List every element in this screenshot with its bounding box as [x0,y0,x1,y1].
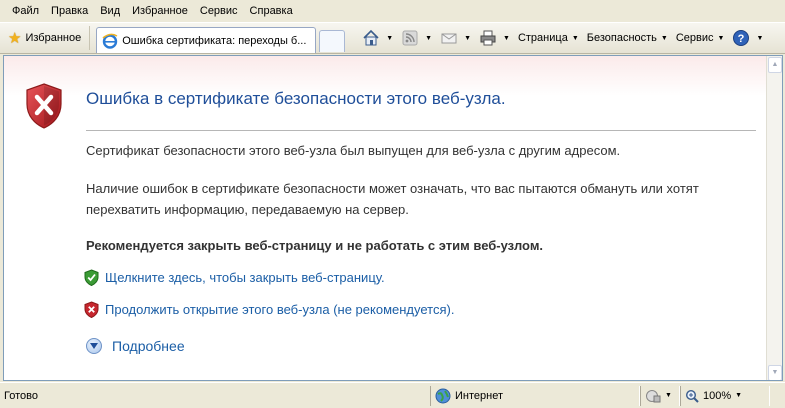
tools-menu-button[interactable]: Сервис ▼ [673,27,728,49]
security-menu-label: Безопасность [586,32,657,44]
favorites-button[interactable]: ★ Избранное [2,26,91,50]
ie-logo-icon [102,33,118,49]
chevron-down-icon: ▼ [425,34,433,42]
status-bar: Готово Интернет ▼ 100% ▼ [0,382,785,408]
page-menu-label: Страница [517,32,568,44]
browser-viewport: Ошибка в сертификате безопасности этого … [3,55,783,381]
protected-mode-button[interactable]: ▼ [640,385,680,406]
feeds-button[interactable]: ▼ [398,27,435,49]
star-icon: ★ [8,29,22,47]
menu-view[interactable]: Вид [94,0,126,22]
menu-file[interactable]: Файл [6,0,45,22]
home-button[interactable]: ▼ [359,27,396,49]
warning-text-line1: Наличие ошибок в сертификате безопасност… [86,181,699,196]
status-text: Готово [4,389,38,402]
new-tab-button[interactable] [319,30,346,52]
help-button[interactable]: ? ▼ [729,27,766,49]
globe-icon [435,388,451,403]
green-shield-icon [84,269,99,286]
zoom-icon [685,389,699,403]
menu-tools[interactable]: Сервис [194,0,244,22]
red-shield-icon [84,301,99,318]
lock-globe-icon [646,389,661,402]
description-text: Сертификат безопасности этого веб-узла б… [86,143,621,158]
zone-indicator: Интернет [430,385,640,406]
warning-text-line2: перехватить информацию, передаваемую на … [86,202,409,217]
tools-menu-label: Сервис [675,32,714,44]
security-menu-button[interactable]: Безопасность ▼ [584,27,671,49]
page-title: Ошибка в сертификате безопасности этого … [86,89,506,108]
chevron-down-icon: ▼ [735,392,743,399]
chevron-down-icon: ▼ [464,34,472,42]
menu-favorites[interactable]: Избранное [126,0,194,22]
favorites-label: Избранное [25,32,82,44]
close-page-row: Щелкните здесь, чтобы закрыть веб-страни… [84,269,385,286]
command-bar: ★ Избранное Ошибка сертификата: переходы… [0,22,785,54]
scroll-up-button[interactable]: ▲ [768,57,782,73]
certificate-error-page: Ошибка в сертификате безопасности этого … [4,56,766,380]
mail-icon [441,33,457,44]
vertical-scrollbar[interactable]: ▲ ▼ [766,56,782,380]
chevron-down-icon: ▼ [717,34,725,42]
error-shield-icon [26,83,62,129]
more-info-label: Подробнее [112,338,185,354]
chevron-down-icon: ▼ [665,392,672,399]
menu-help[interactable]: Справка [244,0,299,22]
chevron-down-icon: ▼ [386,34,394,42]
more-info-toggle[interactable]: Подробнее [86,338,185,354]
svg-text:?: ? [738,33,745,45]
chevron-down-icon: ▼ [660,34,668,42]
expand-icon [86,338,102,354]
tab-title: Ошибка сертификата: переходы б... [122,34,307,47]
divider [86,130,756,131]
zone-label: Интернет [455,389,503,402]
zoom-control[interactable]: 100% ▼ [680,385,770,406]
menu-edit[interactable]: Правка [45,0,94,22]
menu-bar: Файл Правка Вид Избранное Сервис Справка [0,0,785,22]
chevron-down-icon: ▼ [756,34,764,42]
rss-icon [402,30,418,46]
home-icon [363,29,379,46]
recommendation-text: Рекомендуется закрыть веб-страницу и не … [86,238,544,253]
scroll-down-button[interactable]: ▼ [768,365,782,380]
print-button[interactable]: ▼ [476,27,513,49]
continue-link[interactable]: Продолжить открытие этого веб-узла (не р… [105,302,454,317]
chevron-down-icon: ▼ [503,34,510,42]
zoom-level: 100% [703,389,732,402]
mail-button[interactable]: ▼ [437,27,474,49]
page-menu-button[interactable]: Страница ▼ [515,27,582,49]
continue-row: Продолжить открытие этого веб-узла (не р… [84,301,454,318]
active-tab[interactable]: Ошибка сертификата: переходы б... [96,27,317,53]
close-page-link[interactable]: Щелкните здесь, чтобы закрыть веб-страни… [105,270,385,285]
help-icon: ? [733,30,750,46]
chevron-down-icon: ▼ [571,34,579,42]
printer-icon [480,30,496,46]
